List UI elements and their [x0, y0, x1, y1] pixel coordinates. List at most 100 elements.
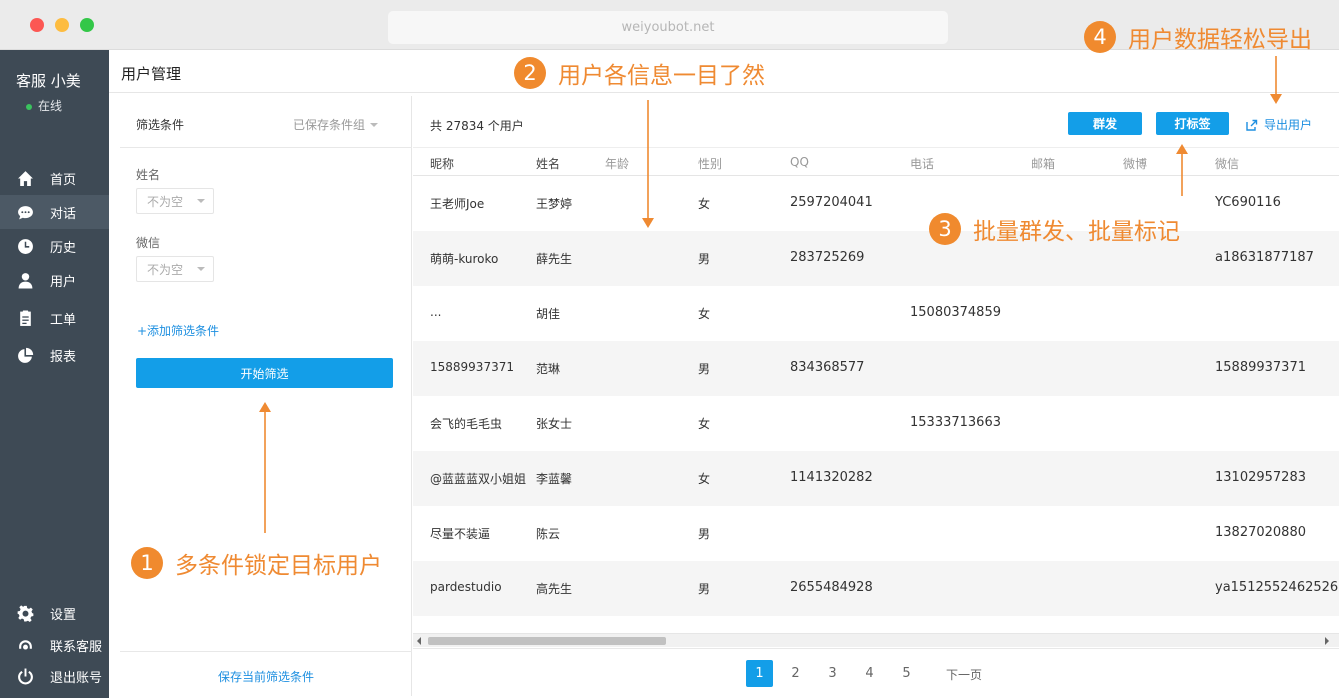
cell-name: 陈云: [536, 527, 561, 541]
saved-groups-dropdown[interactable]: 已保存条件组: [293, 116, 379, 133]
page-3-button[interactable]: 3: [819, 660, 846, 687]
filter-panel: 筛选条件 已保存条件组 姓名 不为空 微信 不为空 +添加筛选条件 开始筛选 保…: [120, 96, 412, 696]
page-2-button[interactable]: 2: [782, 660, 809, 687]
agent-name: 客服 小美: [16, 72, 81, 90]
column-header-qq[interactable]: QQ: [790, 155, 809, 169]
table-row[interactable]: 15889937371 范琳 男 834368577 15889937371: [413, 341, 1339, 396]
column-header-age[interactable]: 年龄: [605, 155, 629, 172]
table-row[interactable]: 王老师Joe 王梦婷 女 2597204041 YC690116: [413, 176, 1339, 231]
sidebar-item-history[interactable]: 历史: [0, 229, 109, 263]
page-1-button[interactable]: 1: [746, 660, 773, 687]
column-header-gender[interactable]: 性别: [698, 155, 722, 172]
sidebar-item-user[interactable]: 用户: [0, 263, 109, 297]
sidebar-item-support[interactable]: 联系客服: [0, 628, 109, 662]
page-4-button[interactable]: 4: [856, 660, 883, 687]
cell-gender: 女: [698, 307, 711, 321]
scroll-left-icon[interactable]: [417, 637, 421, 645]
user-table-panel: 共 27834 个用户 群发 打标签 导出用户 昵称 姓名 年龄 性别 QQ 电…: [413, 96, 1339, 696]
cell-nickname: 萌萌-kuroko: [430, 252, 499, 266]
cell-qq: 283725269: [790, 250, 865, 265]
filter-select-wechat[interactable]: 不为空: [136, 256, 214, 282]
horizontal-scrollbar[interactable]: [413, 633, 1339, 647]
home-icon: [0, 170, 50, 187]
user-icon: [0, 272, 50, 289]
cell-qq: 2597204041: [790, 195, 873, 210]
sidebar-item-label: 联系客服: [50, 639, 103, 655]
cell-name: 薛先生: [536, 252, 573, 266]
online-dot-icon: [26, 103, 32, 110]
sidebar-item-logout[interactable]: 退出账号: [0, 659, 109, 693]
column-header-nickname[interactable]: 昵称: [430, 155, 454, 172]
address-bar[interactable]: weiyoubot.net: [388, 11, 948, 44]
cell-name: 张女士: [536, 417, 573, 431]
chevron-down-icon: [197, 267, 206, 271]
cell-name: 王梦婷: [536, 197, 573, 211]
close-window-button[interactable]: [30, 18, 44, 32]
next-page-button[interactable]: 下一页: [946, 666, 982, 683]
table-row[interactable]: 萌萌-kuroko 薛先生 男 283725269 a18631877187: [413, 231, 1339, 286]
annotation-2: 2 用户各信息一目了然: [514, 56, 765, 90]
filter-select-value: 不为空: [147, 262, 184, 277]
sidebar-item-label: 首页: [50, 172, 77, 188]
filter-select-name[interactable]: 不为空: [136, 188, 214, 214]
report-icon: [0, 347, 50, 364]
column-header-email[interactable]: 邮箱: [1031, 155, 1055, 172]
table-toolbar: 共 27834 个用户 群发 打标签 导出用户: [413, 96, 1339, 148]
filter-bar: 筛选条件 已保存条件组: [120, 96, 412, 148]
pagination: 1 2 3 4 5 下一页: [413, 648, 1339, 696]
save-filter-link[interactable]: 保存当前筛选条件: [120, 668, 412, 685]
cell-wechat: 15889937371: [1215, 360, 1306, 375]
table-row[interactable]: 会飞的毛毛虫 张女士 女 15333713663: [413, 396, 1339, 451]
minimize-window-button[interactable]: [55, 18, 69, 32]
cell-gender: 男: [698, 527, 711, 541]
cell-name: 胡佳: [536, 307, 561, 321]
filter-footer: 保存当前筛选条件: [120, 651, 412, 696]
filter-field-label-name: 姓名: [136, 168, 161, 182]
filter-select-value: 不为空: [147, 194, 184, 209]
column-header-phone[interactable]: 电话: [910, 155, 934, 172]
gear-icon: [0, 604, 50, 622]
cell-nickname: ...: [430, 305, 442, 319]
sidebar-item-chat[interactable]: 对话: [0, 195, 109, 229]
sidebar-item-label: 退出账号: [50, 670, 103, 686]
filter-heading: 筛选条件: [136, 118, 185, 132]
ticket-icon: [0, 310, 50, 327]
mass-send-button[interactable]: 群发: [1068, 112, 1142, 135]
annotation-text: 多条件锁定目标用户: [175, 553, 382, 579]
cell-phone: 15333713663: [910, 415, 1001, 430]
cell-wechat: 13827020880: [1215, 525, 1306, 540]
page-5-button[interactable]: 5: [893, 660, 920, 687]
table-row[interactable]: pardestudio 高先生 男 2655484928 ya1512552462526: [413, 561, 1339, 616]
column-header-wechat[interactable]: 微信: [1215, 155, 1239, 172]
tag-button[interactable]: 打标签: [1156, 112, 1229, 135]
chevron-down-icon: [370, 122, 379, 127]
cell-name: 高先生: [536, 582, 573, 596]
sidebar-item-settings[interactable]: 设置: [0, 596, 109, 630]
export-users-button[interactable]: 导出用户: [1246, 116, 1312, 133]
sidebar-item-label: 对话: [50, 206, 77, 222]
cell-nickname: 王老师Joe: [430, 197, 485, 211]
column-header-weibo[interactable]: 微博: [1123, 155, 1147, 172]
sidebar-item-label: 设置: [50, 607, 77, 623]
cell-nickname: 尽量不装逼: [430, 527, 491, 541]
add-filter-link[interactable]: +添加筛选条件: [137, 322, 219, 339]
power-icon: [0, 668, 50, 685]
annotation-badge: 2: [514, 57, 546, 89]
cell-gender: 女: [698, 417, 711, 431]
column-header-name[interactable]: 姓名: [536, 155, 560, 172]
table-row[interactable]: 尽量不装逼 陈云 男 13827020880: [413, 506, 1339, 561]
sidebar-item-report[interactable]: 报表: [0, 338, 109, 372]
support-icon: [0, 637, 50, 654]
export-icon: [1246, 119, 1258, 131]
start-filter-button[interactable]: 开始筛选: [136, 358, 393, 388]
sidebar-item-home[interactable]: 首页: [0, 161, 109, 195]
sidebar-item-ticket[interactable]: 工单: [0, 301, 109, 335]
table-row[interactable]: @蓝蓝蓝双小姐姐 李蓝馨 女 1141320282 13102957283: [413, 451, 1339, 506]
scroll-right-icon[interactable]: [1325, 637, 1329, 645]
filter-field-label-wechat: 微信: [136, 236, 161, 250]
scrollbar-thumb[interactable]: [428, 637, 666, 645]
table-row[interactable]: ... 胡佳 女 15080374859: [413, 286, 1339, 341]
maximize-window-button[interactable]: [80, 18, 94, 32]
cell-gender: 男: [698, 582, 711, 596]
sidebar-item-label: 历史: [50, 240, 77, 256]
